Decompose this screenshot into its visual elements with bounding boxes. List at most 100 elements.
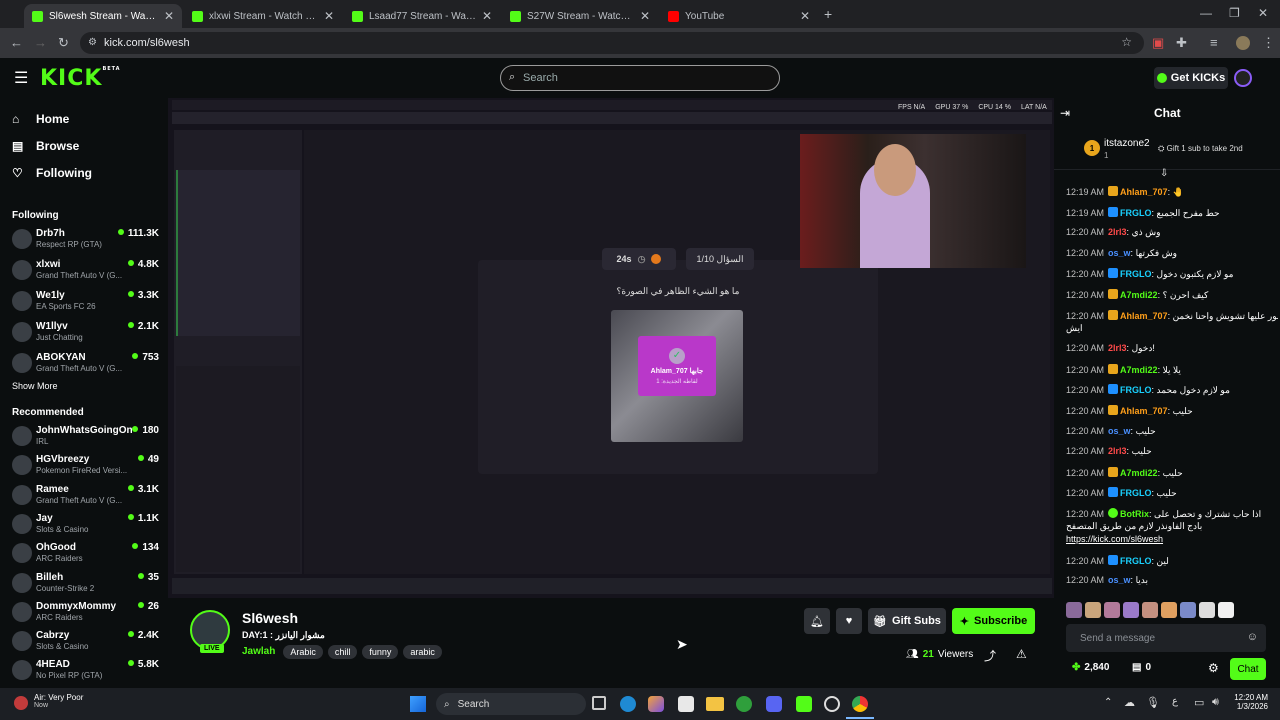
xbox-icon[interactable]: [736, 696, 752, 712]
close-tab-icon[interactable]: ✕: [640, 9, 650, 23]
video-player[interactable]: FPS N/A GPU 37 % CPU 14 % LAT N/A 24s ◷ السؤ…: [168, 98, 1054, 598]
share-icon[interactable]: ⤴: [984, 647, 996, 664]
chat-message[interactable]: https://kick.com/sl6wesh: [1066, 534, 1278, 545]
address-bar[interactable]: ⚙ kick.com/sl6wesh ☆: [80, 32, 1144, 54]
extension-icon[interactable]: ▣: [1152, 35, 1164, 51]
clock[interactable]: 12:20 AM 1/3/2026: [1230, 693, 1268, 711]
maximize-icon[interactable]: ❐: [1229, 6, 1240, 20]
taskbar-search[interactable]: ⌕ Search: [436, 693, 586, 715]
mic-icon[interactable]: 🎙︎: [1146, 696, 1160, 709]
discord-icon[interactable]: [766, 696, 782, 712]
extensions-puzzle-icon[interactable]: ✚: [1176, 35, 1187, 51]
chrome-icon[interactable]: [852, 696, 868, 712]
chat-input[interactable]: Send a message ☺: [1066, 624, 1266, 652]
stream-tag[interactable]: funny: [362, 645, 399, 659]
message-user[interactable]: os_w: [1108, 426, 1131, 436]
pin-icon[interactable]: ⇩: [1160, 168, 1168, 179]
close-tab-icon[interactable]: ✕: [324, 9, 334, 23]
copilot-icon[interactable]: [648, 696, 664, 712]
close-tab-icon[interactable]: ✕: [800, 9, 810, 23]
emoji-icon[interactable]: ☺: [1247, 631, 1258, 643]
emote-icon[interactable]: [1199, 602, 1215, 618]
volume-icon[interactable]: 🔊︎: [1212, 696, 1219, 709]
user-avatar[interactable]: [1234, 69, 1252, 87]
message-user[interactable]: BotRix: [1120, 509, 1149, 519]
gift-subs-button[interactable]: 🎁︎ Gift Subs: [868, 608, 946, 634]
network-icon[interactable]: ▭: [1194, 696, 1204, 709]
app-icon[interactable]: [796, 696, 812, 712]
message-user[interactable]: FRGLO: [1120, 385, 1152, 395]
message-user[interactable]: FRGLO: [1120, 556, 1152, 566]
show-more-link[interactable]: Show More: [12, 381, 58, 391]
channel-item[interactable]: W1llyv Just Chatting 2.1K: [12, 319, 162, 345]
get-kicks-button[interactable]: Get KICKs: [1154, 67, 1228, 89]
channel-item[interactable]: We1ly EA Sports FC 26 3.3K: [12, 288, 162, 314]
channel-item[interactable]: 4HEAD No Pixel RP (GTA) 5.8K: [12, 657, 162, 683]
obs-icon[interactable]: [824, 696, 840, 712]
channel-item[interactable]: Drb7h Respect RP (GTA) 111.3K: [12, 226, 162, 252]
collapse-chat-icon[interactable]: ⇥: [1060, 106, 1070, 120]
gift-sub-prompt[interactable]: ⛭ Gift 1 sub to take 2nd: [1158, 144, 1243, 154]
reading-list-icon[interactable]: ≡: [1210, 35, 1218, 50]
emote-icon[interactable]: [1142, 602, 1158, 618]
message-user[interactable]: FRGLO: [1120, 269, 1152, 279]
close-tab-icon[interactable]: ✕: [164, 9, 174, 23]
leaderboard-user[interactable]: itstazone2: [1104, 138, 1150, 149]
message-user[interactable]: FRGLO: [1120, 488, 1152, 498]
channel-item[interactable]: Jay Slots & Casino 1.1K: [12, 511, 162, 537]
browser-tab[interactable]: S27W Stream - Watch Live on Kick ✕: [502, 4, 658, 28]
subscribe-button[interactable]: ✦ Subscribe: [952, 608, 1035, 634]
kick-logo[interactable]: KICKBETA: [40, 66, 121, 91]
browser-tab[interactable]: Sl6wesh Stream - Watch Live on Kick ✕: [24, 4, 182, 28]
channel-item[interactable]: xlxwi Grand Theft Auto V (G... 4.8K: [12, 257, 162, 283]
message-user[interactable]: Ahlam_707: [1120, 187, 1168, 197]
site-info-icon[interactable]: ⚙: [88, 37, 97, 48]
message-user[interactable]: os_w: [1108, 575, 1131, 585]
message-user[interactable]: 2lrl3: [1108, 446, 1127, 456]
chat-send-button[interactable]: Chat: [1230, 658, 1266, 680]
report-icon[interactable]: ⚠: [1016, 647, 1027, 661]
channel-item[interactable]: ABOKYAN Grand Theft Auto V (G... 753: [12, 350, 162, 376]
bookmark-star-icon[interactable]: ☆: [1121, 35, 1132, 49]
message-user[interactable]: 2lrl3: [1108, 227, 1127, 237]
browser-tab[interactable]: xlxwi Stream - Watch Live on Kick ✕: [184, 4, 342, 28]
emote-icon[interactable]: [1123, 602, 1139, 618]
stream-tag[interactable]: Arabic: [283, 645, 323, 659]
windows-start-icon[interactable]: [410, 696, 426, 712]
search-input[interactable]: ⌕ Search: [500, 65, 780, 91]
store-icon[interactable]: [678, 696, 694, 712]
channel-item[interactable]: Cabrzy Slots & Casino 2.4K: [12, 628, 162, 654]
new-tab-button[interactable]: +: [824, 6, 832, 22]
notification-bell-button[interactable]: 🔔︎: [804, 608, 830, 634]
channel-item[interactable]: DommyxMommy ARC Raiders 26: [12, 599, 162, 625]
emote-icon[interactable]: [1218, 602, 1234, 618]
kicks-balance[interactable]: ✤ 2,840: [1072, 662, 1109, 673]
channel-item[interactable]: Billeh Counter-Strike 2 35: [12, 570, 162, 596]
message-user[interactable]: os_w: [1108, 248, 1131, 258]
stream-tag[interactable]: arabic: [403, 645, 442, 659]
category-link[interactable]: Jawlah: [242, 646, 275, 657]
message-user[interactable]: 2lrl3: [1108, 343, 1127, 353]
channel-item[interactable]: OhGood ARC Raiders 134: [12, 540, 162, 566]
emote-icon[interactable]: [1180, 602, 1196, 618]
minimize-icon[interactable]: —: [1200, 6, 1212, 20]
points-balance[interactable]: ▤ 0: [1132, 662, 1151, 673]
browser-tab[interactable]: Lsaad77 Stream - Watch Live on Kick ✕: [344, 4, 500, 28]
browser-menu-icon[interactable]: ⋮: [1262, 35, 1275, 51]
message-user[interactable]: Ahlam_707: [1120, 311, 1168, 321]
edge-icon[interactable]: [620, 696, 636, 712]
emote-icon[interactable]: [1104, 602, 1120, 618]
file-explorer-icon[interactable]: [706, 697, 724, 711]
message-user[interactable]: A7mdi22: [1120, 290, 1158, 300]
browser-tab[interactable]: YouTube ✕: [660, 4, 818, 28]
message-user[interactable]: A7mdi22: [1120, 468, 1158, 478]
message-user[interactable]: FRGLO: [1120, 208, 1152, 218]
emote-icon[interactable]: [1066, 602, 1082, 618]
weather-widget[interactable]: Air: Very Poor Now: [34, 693, 83, 709]
close-window-icon[interactable]: ✕: [1258, 6, 1268, 20]
chat-settings-icon[interactable]: ⚙: [1208, 661, 1219, 675]
tray-chevron-icon[interactable]: ⌃: [1104, 697, 1112, 708]
channel-item[interactable]: Ramee Grand Theft Auto V (G... 3.1K: [12, 482, 162, 508]
reload-icon[interactable]: ↻: [58, 35, 69, 51]
profile-avatar[interactable]: [1236, 36, 1250, 50]
